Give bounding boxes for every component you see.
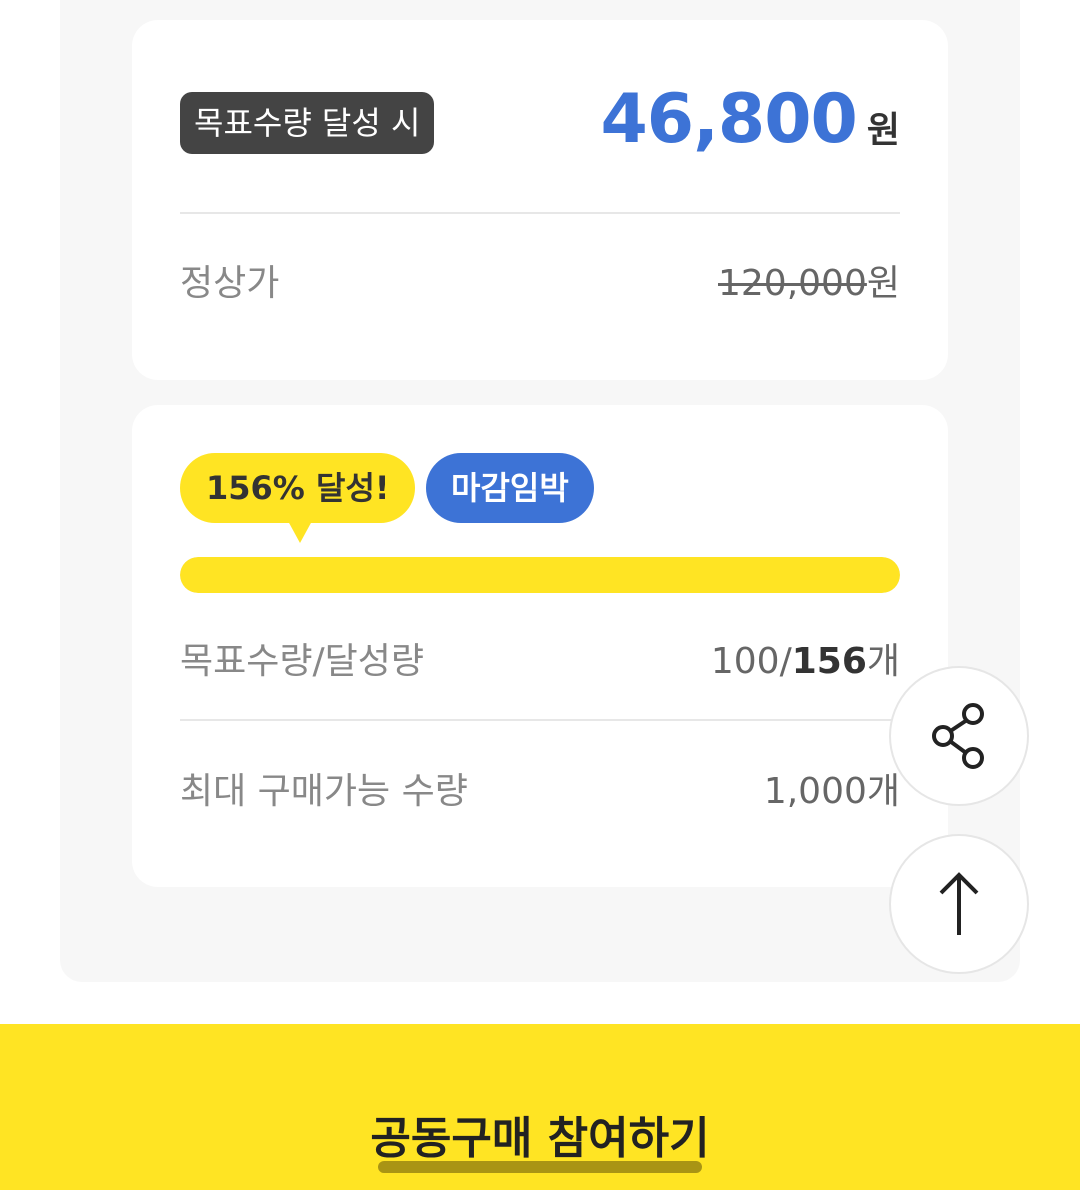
target-price: 46,800 원 xyxy=(600,80,900,170)
progress-card: 156% 달성! 마감임박 목표수량/달성량 100/156개 최대 구매가능 … xyxy=(132,405,948,887)
price-divider xyxy=(180,212,900,214)
regular-price-value: 120,000 xyxy=(718,263,867,304)
progress-bar xyxy=(180,557,900,593)
home-indicator xyxy=(378,1161,702,1173)
share-icon xyxy=(932,703,984,769)
join-group-buy-label: 공동구매 참여하기 xyxy=(370,1113,710,1164)
max-quantity-value: 1,000개 xyxy=(763,771,900,812)
regular-price: 120,000원 xyxy=(718,254,900,306)
join-group-buy-button[interactable]: 공동구매 참여하기 xyxy=(0,1024,1080,1190)
regular-price-currency: 원 xyxy=(866,263,900,304)
achieved-count: 156 xyxy=(791,641,867,682)
target-achieved-badge: 목표수량 달성 시 xyxy=(180,92,435,154)
target-price-currency: 원 xyxy=(866,110,900,151)
deadline-badge: 마감임박 xyxy=(426,453,594,523)
target-quantity-label: 목표수량/달성량 xyxy=(180,641,424,682)
count-unit: 개 xyxy=(866,641,900,682)
progress-bar-fill xyxy=(180,557,900,593)
target-count: 100/ xyxy=(710,641,792,682)
regular-price-label: 정상가 xyxy=(180,263,280,304)
group-buy-page: 목표수량 달성 시 46,800 원 정상가 120,000원 156% 달성!… xyxy=(0,0,1080,1190)
target-quantity-value: 100/156개 xyxy=(711,632,900,684)
achievement-badge-tail xyxy=(288,521,312,543)
arrow-up-icon xyxy=(939,872,979,935)
price-card: 목표수량 달성 시 46,800 원 정상가 120,000원 xyxy=(132,20,948,380)
max-quantity-label: 최대 구매가능 수량 xyxy=(180,771,468,812)
share-button[interactable] xyxy=(889,666,1029,806)
achievement-badge: 156% 달성! xyxy=(180,453,416,523)
scroll-to-top-button[interactable] xyxy=(889,834,1029,974)
progress-divider xyxy=(180,719,900,721)
target-price-value: 46,800 xyxy=(600,80,857,159)
